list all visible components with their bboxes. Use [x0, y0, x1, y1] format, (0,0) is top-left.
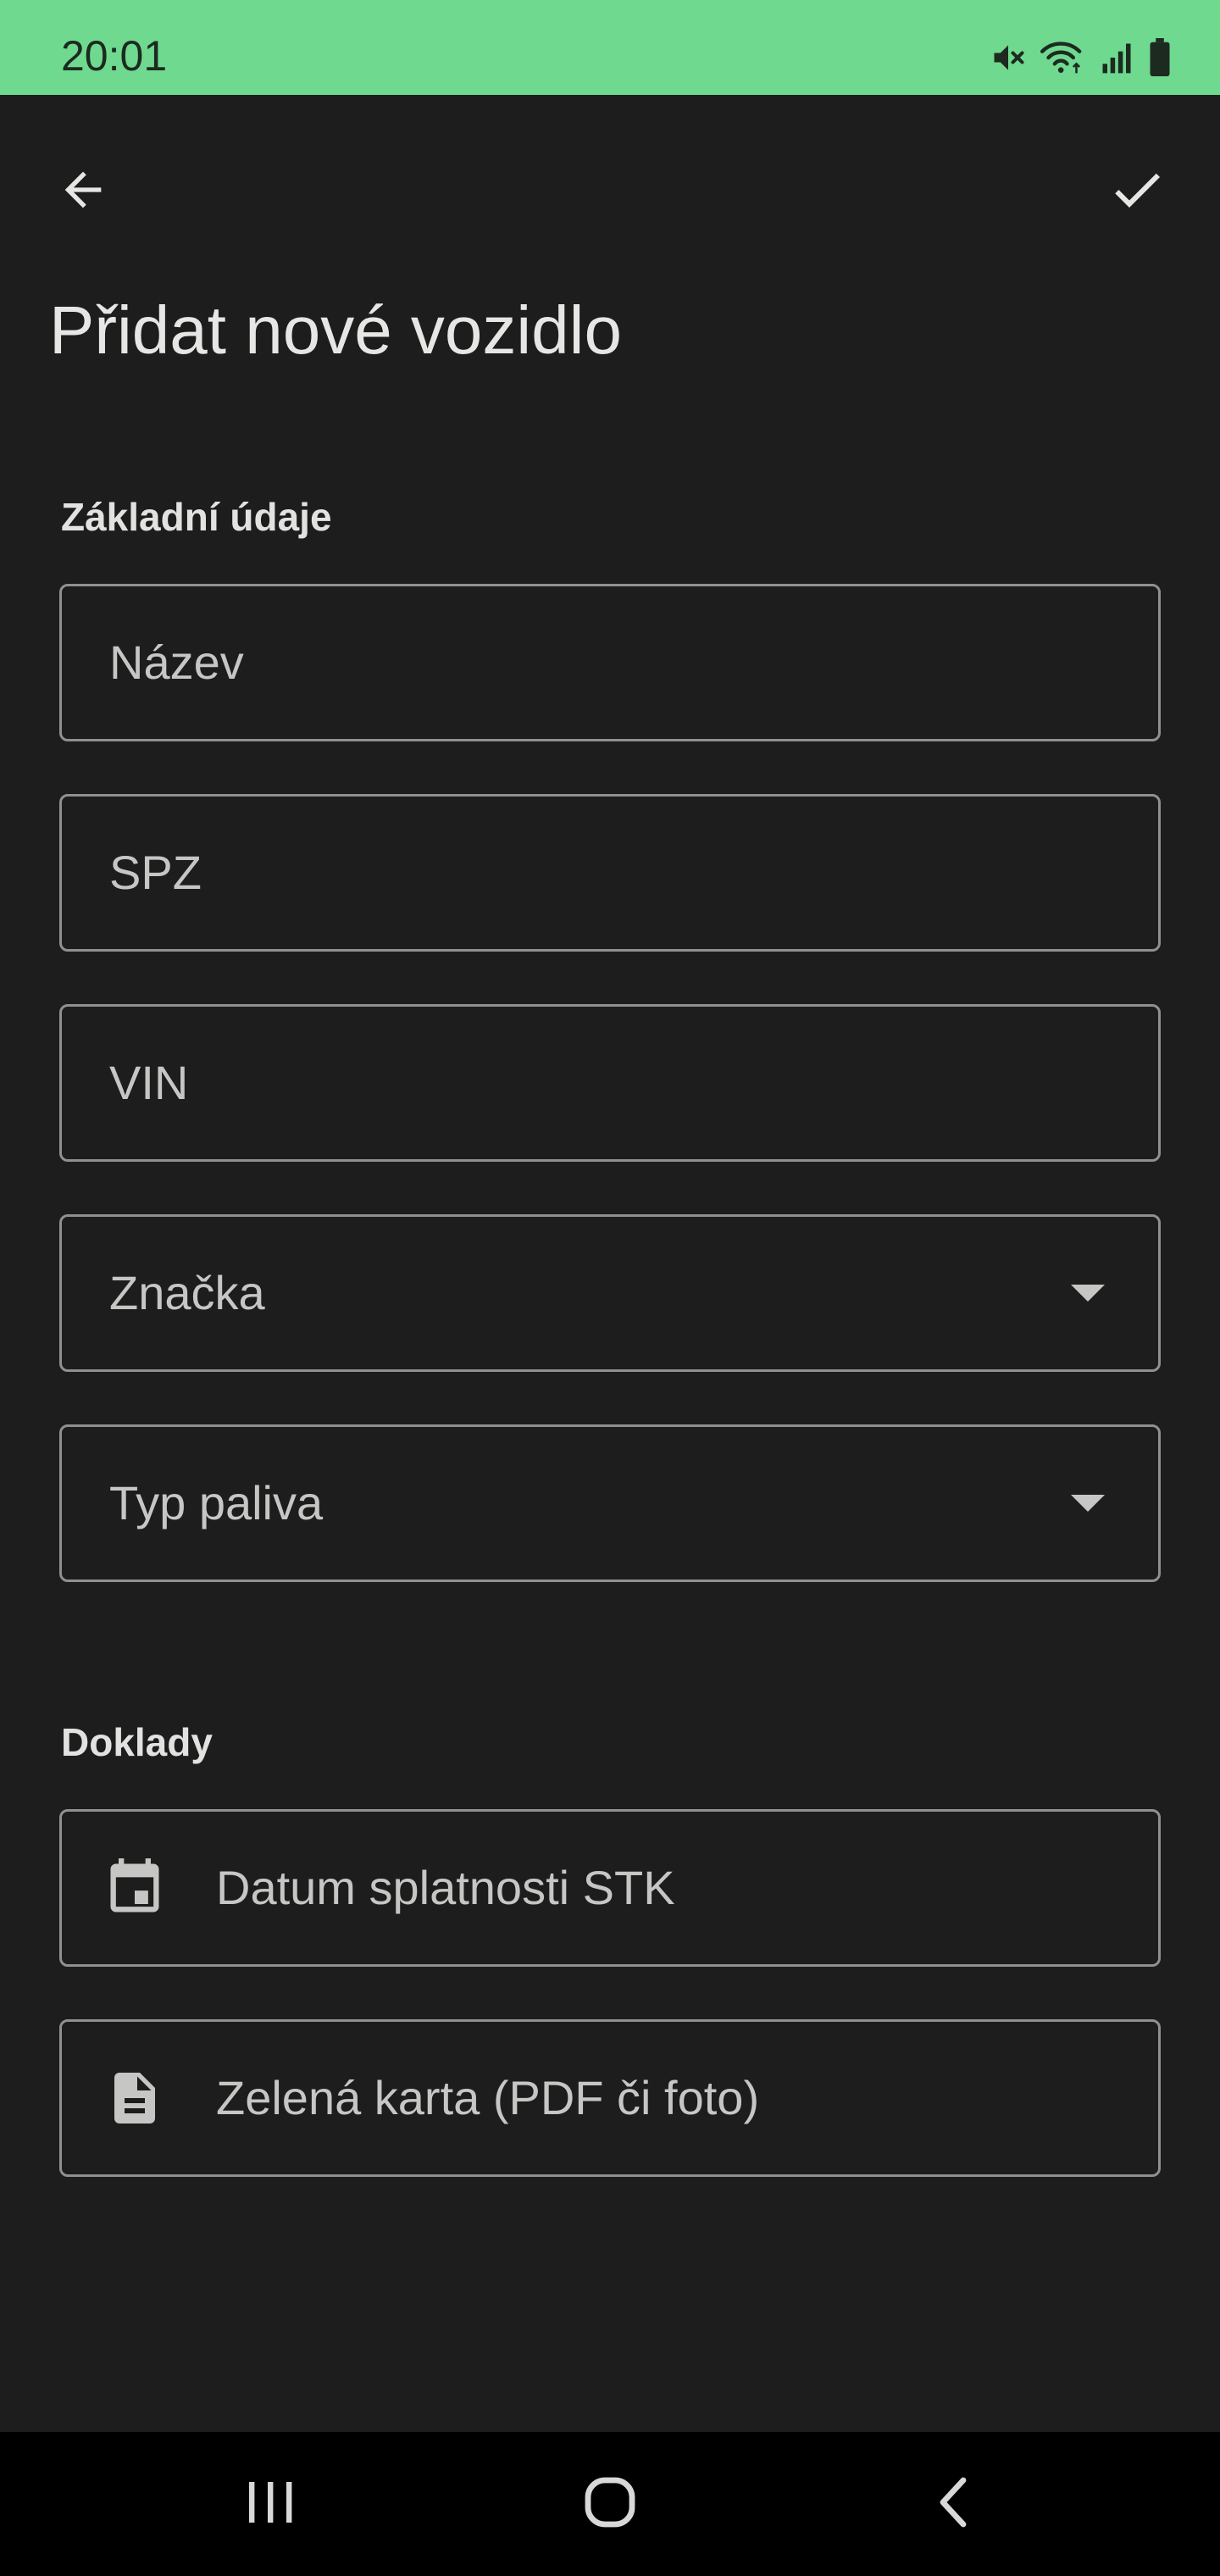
- inspection-date-field[interactable]: Datum splatnosti STK: [59, 1809, 1161, 1967]
- fuel-type-dropdown[interactable]: Typ paliva: [59, 1424, 1161, 1582]
- name-field[interactable]: Název: [59, 584, 1161, 741]
- battery-icon: [1147, 38, 1173, 77]
- plate-field-label: SPZ: [109, 846, 202, 899]
- back-button[interactable]: [32, 141, 134, 242]
- section-title-basic: Základní údaje: [61, 495, 332, 539]
- brand-dropdown-label: Značka: [109, 1266, 265, 1319]
- arrow-back-icon: [56, 163, 110, 221]
- inspection-date-label: Datum splatnosti STK: [216, 1861, 675, 1914]
- green-card-label: Zelená karta (PDF či foto): [216, 2071, 760, 2124]
- recent-apps-button[interactable]: [169, 2432, 373, 2576]
- plate-field[interactable]: SPZ: [59, 794, 1161, 952]
- nav-back-icon: [936, 2475, 970, 2534]
- green-card-field[interactable]: Zelená karta (PDF či foto): [59, 2019, 1161, 2177]
- fuel-type-dropdown-label: Typ paliva: [109, 1476, 324, 1530]
- recent-apps-icon: [244, 2479, 298, 2530]
- section-title-documents: Doklady: [61, 1720, 213, 1764]
- name-field-label: Název: [109, 636, 244, 689]
- screen: 20:01 Přidat nové vozidlo Základní údaje…: [0, 0, 1220, 2576]
- document-icon: [101, 2064, 169, 2132]
- check-icon: [1106, 159, 1167, 225]
- nav-back-button[interactable]: [851, 2432, 1055, 2576]
- vin-field-label: VIN: [109, 1056, 189, 1109]
- confirm-button[interactable]: [1086, 141, 1188, 242]
- vin-field[interactable]: VIN: [59, 1004, 1161, 1162]
- home-button[interactable]: [508, 2432, 712, 2576]
- brand-dropdown[interactable]: Značka: [59, 1214, 1161, 1372]
- calendar-icon: [101, 1854, 169, 1922]
- page-title: Přidat nové vozidlo: [49, 292, 622, 368]
- wifi-icon: [1039, 39, 1086, 76]
- dropdown-arrow-icon: [1067, 1482, 1109, 1524]
- signal-icon: [1098, 39, 1135, 76]
- mute-icon: [990, 39, 1027, 76]
- status-bar: 20:01: [0, 0, 1220, 95]
- status-time: 20:01: [61, 32, 168, 80]
- navigation-bar: [0, 2432, 1220, 2576]
- home-icon: [583, 2475, 637, 2534]
- status-icons: [990, 32, 1173, 83]
- dropdown-arrow-icon: [1067, 1272, 1109, 1314]
